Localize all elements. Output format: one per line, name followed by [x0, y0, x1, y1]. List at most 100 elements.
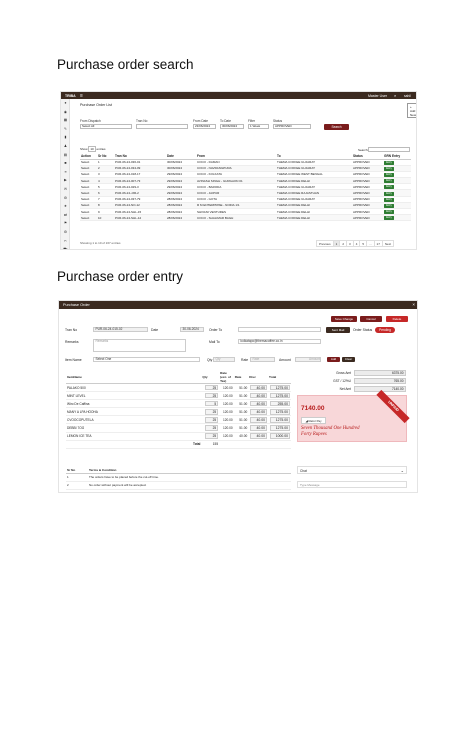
list-icon[interactable]: ≡	[61, 168, 70, 177]
from-date-input[interactable]: 23/06/2024	[193, 124, 216, 129]
item-disc[interactable]: 40.00	[250, 384, 268, 391]
item-qty-cell: 25	[201, 383, 220, 393]
user-menu[interactable]: sahil	[404, 94, 411, 98]
item-disc[interactable]: 40.00	[250, 400, 268, 407]
remarks-field[interactable]: Remarks	[93, 339, 186, 352]
item-qty-cell: 25	[201, 391, 220, 401]
pager-item[interactable]: Next	[381, 240, 395, 247]
section-heading-entry: Purchase order entry	[57, 269, 184, 284]
tools-icon[interactable]: ✂	[61, 237, 70, 246]
folder-icon[interactable]: ▮	[61, 133, 70, 142]
item-disc-cell: 40.00	[248, 407, 269, 417]
user-name: Master User	[368, 93, 388, 98]
brand-logo: TRIBA	[65, 93, 76, 98]
table-search-input[interactable]	[368, 147, 410, 152]
item-qty[interactable]: 25	[205, 384, 219, 391]
order-to-label: Order To	[209, 328, 223, 332]
show-entries-select[interactable]: 10	[88, 146, 96, 152]
top-bar: TRIBA ≡ Master User ⌕ sahil	[61, 92, 416, 99]
search-button[interactable]: Search	[324, 124, 349, 130]
item-name-cell: CVOOCOPUTELA	[66, 415, 202, 425]
document-icon[interactable]: ▤	[61, 151, 70, 160]
add-new-button[interactable]: + Add New	[407, 103, 417, 118]
mail-to-field[interactable]: kolkatapo@themacoffee.co.in	[238, 339, 321, 344]
grn-entry-button[interactable]: Entry	[384, 210, 394, 214]
eye-icon[interactable]: ◉	[61, 108, 70, 117]
items-total-row: Total 155	[66, 440, 291, 449]
filter-select[interactable]: 1 Week	[248, 124, 269, 129]
grid-icon[interactable]: ▦	[61, 116, 70, 125]
add-item-button[interactable]: Add	[327, 357, 340, 362]
video-icon[interactable]: ▶	[61, 176, 70, 185]
grn-entry-button[interactable]: Entry	[384, 166, 394, 171]
item-qty[interactable]: 25	[205, 433, 219, 439]
item-disc[interactable]: 40.00	[250, 409, 268, 415]
cart-icon[interactable]: ⛟	[61, 245, 70, 249]
grn-entry-button[interactable]: Entry	[384, 203, 394, 208]
grn-entry-button[interactable]: Entry	[384, 160, 394, 165]
grn-entry-button[interactable]: Entry	[384, 185, 394, 189]
show-label: Show	[80, 147, 88, 151]
box-icon[interactable]: ■	[61, 159, 70, 168]
dashboard-icon[interactable]: ●	[61, 99, 70, 108]
row-from: COCO - SHALIMAR BAGH	[196, 214, 276, 222]
rate-field[interactable]: Rate	[250, 357, 275, 362]
chevron-down-icon[interactable]: ⌄	[401, 468, 404, 473]
grn-entry-button[interactable]: Entry	[384, 172, 394, 177]
chat-message-input[interactable]: Type Message	[297, 481, 407, 488]
item-name-select[interactable]: Select One	[93, 357, 200, 362]
gear-icon[interactable]: ⚙	[61, 228, 70, 237]
clear-item-button[interactable]: Clear	[342, 357, 355, 362]
cancel-button[interactable]: Cancel	[360, 316, 382, 322]
pencil-icon[interactable]: ✎	[61, 125, 70, 134]
filter-label: Filter	[248, 119, 256, 123]
razor-pay-button[interactable]: ◢ Razor Pay	[301, 417, 326, 424]
close-icon[interactable]: ×	[412, 302, 415, 307]
add-new-label: Add New	[410, 108, 417, 117]
item-total-cell: 1275.00	[268, 391, 291, 401]
item-disc[interactable]: 40.00	[250, 392, 268, 399]
date-field[interactable]: 30-06-2024	[180, 327, 204, 332]
item-qty[interactable]: 25	[205, 425, 219, 431]
menu-icon[interactable]: ≡	[80, 93, 83, 99]
item-qty[interactable]: 25	[205, 392, 219, 399]
grn-entry-button[interactable]: Entry	[384, 197, 394, 202]
delete-button[interactable]: Delete	[386, 316, 408, 322]
amount-total: 7140.00	[301, 405, 325, 412]
item-qty[interactable]: 5	[205, 400, 219, 407]
tag-icon[interactable]: ⇄	[61, 211, 70, 220]
grn-entry-button[interactable]: Entry	[384, 216, 394, 220]
date-label: Date	[151, 328, 159, 332]
item-rate-cell: 51.00	[233, 391, 249, 401]
sent-mail-button[interactable]: Sent Mail	[326, 327, 350, 333]
item-rate-cell: 51.00	[233, 383, 249, 393]
status-select[interactable]: APPROVED	[273, 124, 311, 129]
item-disc[interactable]: 40.00	[250, 433, 268, 439]
to-date-input[interactable]: 30/06/2024	[220, 124, 244, 129]
mail-icon[interactable]: ✉	[61, 185, 70, 194]
grn-entry-button[interactable]: Entry	[384, 191, 394, 196]
row-select-link[interactable]: Select	[80, 214, 97, 222]
tran-no-input[interactable]	[136, 124, 188, 129]
item-disc[interactable]: 40.00	[250, 425, 268, 431]
item-qty[interactable]: 25	[205, 417, 219, 423]
order-to-field[interactable]	[238, 327, 321, 332]
item-disc[interactable]: 40.00	[250, 417, 268, 423]
amount-field[interactable]: Amount	[295, 357, 321, 362]
flag-icon[interactable]: ⚑	[61, 219, 70, 228]
search-icon[interactable]: ⌕	[394, 93, 396, 98]
save-change-button[interactable]: Save Change	[331, 316, 357, 322]
from-dispatch-select[interactable]: Select All	[80, 124, 132, 129]
item-disc-cell: 40.00	[248, 432, 269, 441]
qty-field[interactable]: Qty	[213, 357, 235, 362]
users-icon[interactable]: ♟	[61, 142, 70, 151]
row-grn-cell: Entry	[383, 214, 411, 222]
to-date-label: To Date	[220, 119, 231, 123]
table-row[interactable]: Select 10 PUR-06-24-SHL-12 28/06/2024 COCO -…	[80, 214, 411, 222]
pager-item[interactable]: Previous	[316, 240, 334, 247]
grn-entry-button[interactable]: Entry	[384, 179, 394, 183]
star-icon[interactable]: ★	[61, 202, 70, 211]
item-total: 1275.00	[270, 417, 290, 423]
settings-icon[interactable]: ⚙	[61, 194, 70, 203]
item-qty[interactable]: 25	[205, 409, 219, 415]
